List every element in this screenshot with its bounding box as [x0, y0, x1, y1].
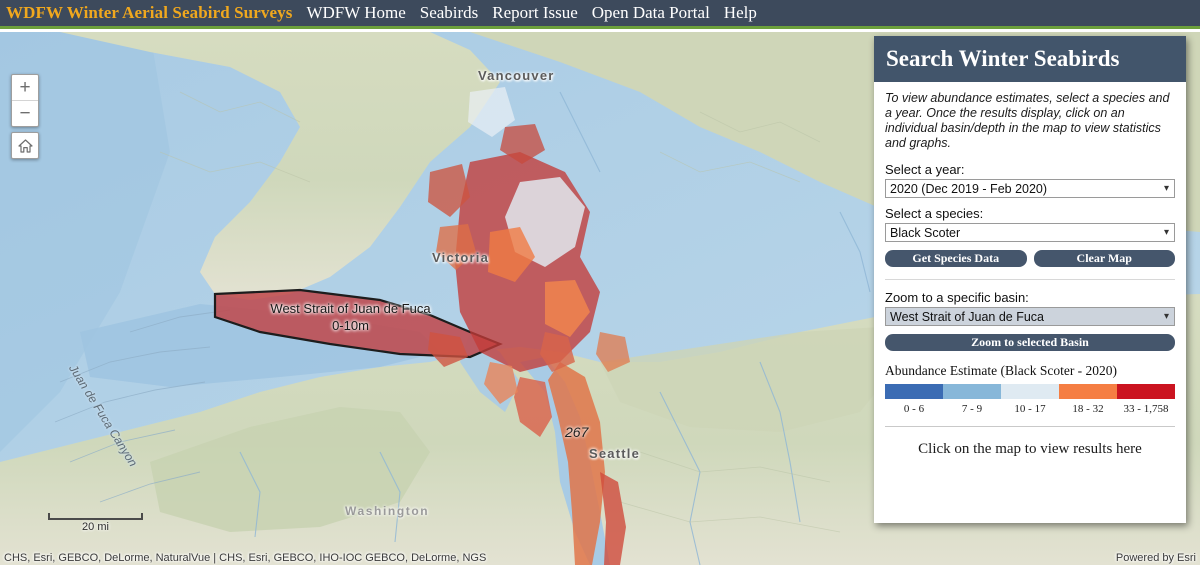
clear-map-button[interactable]: Clear Map: [1033, 250, 1175, 267]
basin-field-label: Zoom to a specific basin:: [885, 290, 1029, 305]
legend-label-1: 7 - 9: [961, 403, 983, 415]
nav-link-seabirds[interactable]: Seabirds: [420, 3, 479, 23]
legend-title: Abundance Estimate (Black Scoter - 2020): [885, 363, 1118, 378]
legend-class-labels: 0 - 6 7 - 9 10 - 17 18 - 32 33 - 1,758: [885, 403, 1175, 415]
home-icon: [17, 138, 33, 153]
year-select-value: 2020 (Dec 2019 - Feb 2020): [890, 181, 1048, 196]
results-placeholder: Click on the map to view results here: [918, 441, 1142, 457]
nav-link-wdfw-home[interactable]: WDFW Home: [306, 3, 405, 23]
nav-link-report-issue[interactable]: Report Issue: [492, 3, 577, 23]
legend-swatch-4: [1117, 384, 1175, 399]
chevron-down-icon: ▾: [1163, 310, 1169, 322]
legend-swatch-1: [943, 384, 1001, 399]
chevron-down-icon: ▾: [1163, 182, 1169, 194]
legend-swatch-3: [1059, 384, 1117, 399]
section-divider: [885, 279, 1175, 280]
search-panel-body: To view abundance estimates, select a sp…: [874, 82, 1186, 523]
get-species-data-button[interactable]: Get Species Data: [885, 250, 1027, 267]
legend-divider: [885, 426, 1175, 427]
year-select[interactable]: 2020 (Dec 2019 - Feb 2020) ▾: [885, 179, 1175, 198]
zoom-in-button[interactable]: +: [12, 75, 38, 101]
legend-swatch-0: [885, 384, 943, 399]
search-panel-title: Search Winter Seabirds: [886, 46, 1120, 71]
home-button[interactable]: [11, 132, 39, 159]
year-field-label: Select a year:: [885, 162, 965, 177]
species-select-value: Black Scoter: [890, 225, 961, 240]
zoom-out-button[interactable]: −: [12, 101, 38, 126]
scale-bar: 20 mi: [48, 513, 143, 533]
legend-color-ramp: [885, 384, 1175, 399]
legend-swatch-2: [1001, 384, 1059, 399]
legend-label-0: 0 - 6: [903, 403, 925, 415]
search-panel-header: Search Winter Seabirds: [874, 36, 1186, 82]
top-navigation-bar: WDFW Winter Aerial Seabird Surveys WDFW …: [0, 0, 1200, 29]
species-select[interactable]: Black Scoter ▾: [885, 223, 1175, 242]
scale-bar-line: [48, 513, 143, 520]
chevron-down-icon: ▾: [1163, 226, 1169, 238]
legend-label-2: 10 - 17: [1014, 403, 1046, 415]
abundance-legend: Abundance Estimate (Black Scoter - 2020)…: [885, 363, 1175, 427]
panel-instructions: To view abundance estimates, select a sp…: [885, 91, 1170, 150]
basin-select[interactable]: West Strait of Juan de Fuca ▾: [885, 307, 1175, 326]
nav-link-help[interactable]: Help: [724, 3, 757, 23]
basin-select-value: West Strait of Juan de Fuca: [890, 309, 1045, 324]
scale-bar-label: 20 mi: [82, 521, 109, 533]
zoom-to-basin-button[interactable]: Zoom to selected Basin: [885, 334, 1175, 351]
site-brand-title: WDFW Winter Aerial Seabird Surveys: [6, 3, 293, 22]
zoom-controls[interactable]: + −: [11, 74, 39, 127]
legend-label-3: 18 - 32: [1072, 403, 1104, 415]
legend-label-4: 33 - 1,758: [1123, 403, 1169, 415]
nav-link-open-data-portal[interactable]: Open Data Portal: [592, 3, 710, 23]
species-field-label: Select a species:: [885, 206, 984, 221]
search-panel: Search Winter Seabirds To view abundance…: [874, 36, 1186, 523]
action-button-row: Get Species Data Clear Map: [885, 250, 1175, 267]
